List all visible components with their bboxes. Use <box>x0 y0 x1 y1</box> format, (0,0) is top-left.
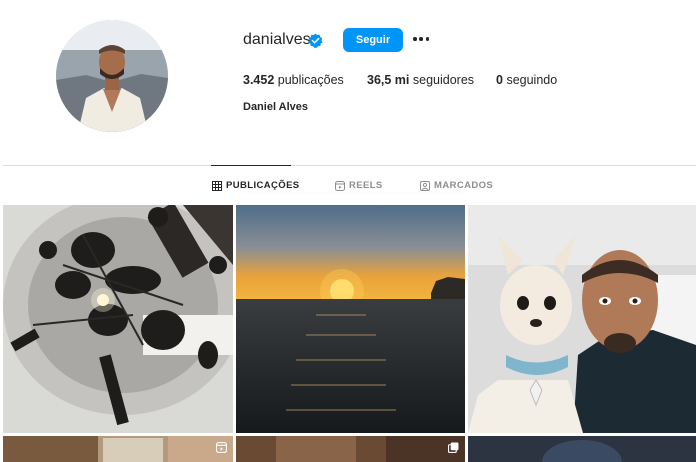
active-tab-indicator <box>211 165 291 166</box>
followers-count: 36,5 mi <box>367 73 410 87</box>
tab-reels[interactable]: REELS <box>335 180 383 191</box>
profile-avatar[interactable] <box>56 20 168 132</box>
post-image-interior-2 <box>236 436 465 462</box>
followers-label: seguidores <box>412 73 475 87</box>
post-tile[interactable] <box>3 205 233 433</box>
tab-label: MARCADOS <box>434 180 494 191</box>
grid-icon <box>212 180 222 191</box>
posts-label: publicações <box>277 73 344 87</box>
tab-label: REELS <box>349 180 383 191</box>
profile-full-name: Daniel Alves <box>243 101 309 113</box>
posts-count-stat: 3.452 publicações <box>243 73 344 87</box>
followers-stat[interactable]: 36,5 mi seguidores <box>367 73 474 87</box>
post-tile[interactable] <box>236 205 465 433</box>
reels-icon <box>335 180 345 191</box>
post-image-selfie-dog <box>468 205 696 433</box>
follow-button[interactable]: Seguir <box>343 28 403 52</box>
tab-marcados[interactable]: MARCADOS <box>420 180 493 191</box>
posts-count: 3.452 <box>243 73 275 87</box>
tab-publicacoes[interactable]: PUBLICAÇÕES <box>212 180 300 191</box>
following-stat[interactable]: 0 seguindo <box>496 73 557 87</box>
verified-badge-icon <box>308 33 323 48</box>
post-tile[interactable] <box>236 436 465 462</box>
reel-indicator-icon <box>216 442 227 453</box>
more-options-icon[interactable] <box>412 30 430 48</box>
profile-username: danialves <box>243 31 311 48</box>
tagged-icon <box>420 180 430 191</box>
post-tile[interactable] <box>468 205 696 433</box>
following-count: 0 <box>496 73 503 87</box>
following-label: seguindo <box>506 73 558 87</box>
post-image-interior <box>3 436 233 462</box>
tab-label: PUBLICAÇÕES <box>226 180 300 191</box>
post-image-drum-sculpture <box>3 205 233 433</box>
post-image-sunset <box>236 205 465 433</box>
tabs-divider <box>3 165 696 166</box>
post-image-portrait <box>468 436 696 462</box>
post-tile[interactable] <box>468 436 696 462</box>
post-tile[interactable] <box>3 436 233 462</box>
carousel-indicator-icon <box>448 442 459 453</box>
